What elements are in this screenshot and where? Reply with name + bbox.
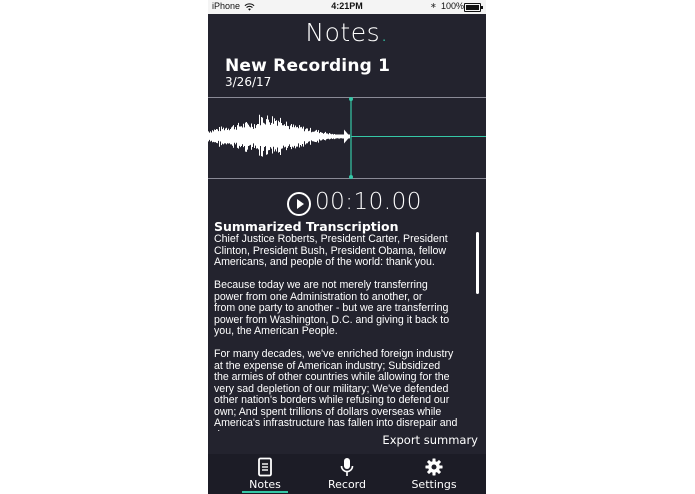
transcript-paragraph: For many decades, we've enriched foreign… — [214, 348, 458, 431]
transcript-paragraph: Because today we are not merely transfer… — [214, 279, 450, 337]
app-title-dot: . — [380, 18, 389, 47]
tab-record-label: Record — [327, 478, 366, 491]
app-title-text: Notes — [305, 18, 381, 47]
scrollbar-thumb[interactable] — [476, 232, 479, 294]
waveform-graphic — [208, 97, 486, 179]
gear-icon — [425, 458, 443, 476]
recording-title: New Recording 1 — [225, 56, 391, 76]
waveform-tail — [344, 129, 350, 144]
playhead-bottom-handle — [349, 175, 353, 179]
bluetooth-icon: ∗ — [430, 1, 437, 10]
battery-percent: 100% — [441, 1, 465, 11]
phone-screen: iPhone 4:21PM ∗ 100% Notes. New Recordin… — [208, 0, 486, 494]
playback-controls: 00:10.00 — [208, 189, 486, 217]
battery-icon — [464, 3, 483, 12]
tab-bar: Notes Record Settings — [208, 454, 486, 494]
waveform-bars — [208, 114, 350, 157]
export-summary-button[interactable]: Export summary — [382, 433, 478, 447]
app-title: Notes. — [208, 18, 486, 47]
document-icon — [258, 457, 272, 477]
tab-settings[interactable]: Settings — [399, 454, 469, 494]
tab-record[interactable]: Record — [312, 454, 382, 494]
playhead-top-handle — [349, 97, 353, 101]
microphone-icon — [340, 458, 354, 476]
recording-date: 3/26/17 — [225, 75, 272, 89]
play-button[interactable] — [287, 192, 311, 216]
active-tab-indicator — [242, 491, 288, 493]
waveform-scrubber[interactable] — [208, 97, 486, 179]
transcript-paragraph: Chief Justice Roberts, President Carter,… — [214, 234, 448, 268]
tab-notes[interactable]: Notes — [230, 454, 300, 494]
summary-heading: Summarized Transcription — [214, 219, 399, 234]
tab-notes-label: Notes — [249, 478, 281, 491]
tab-settings-label: Settings — [411, 478, 457, 491]
transcript-scroll-area[interactable]: Chief Justice Roberts, President Carter,… — [214, 234, 476, 431]
elapsed-time: 00:10.00 — [315, 189, 422, 215]
status-bar: iPhone 4:21PM ∗ 100% — [208, 0, 486, 14]
